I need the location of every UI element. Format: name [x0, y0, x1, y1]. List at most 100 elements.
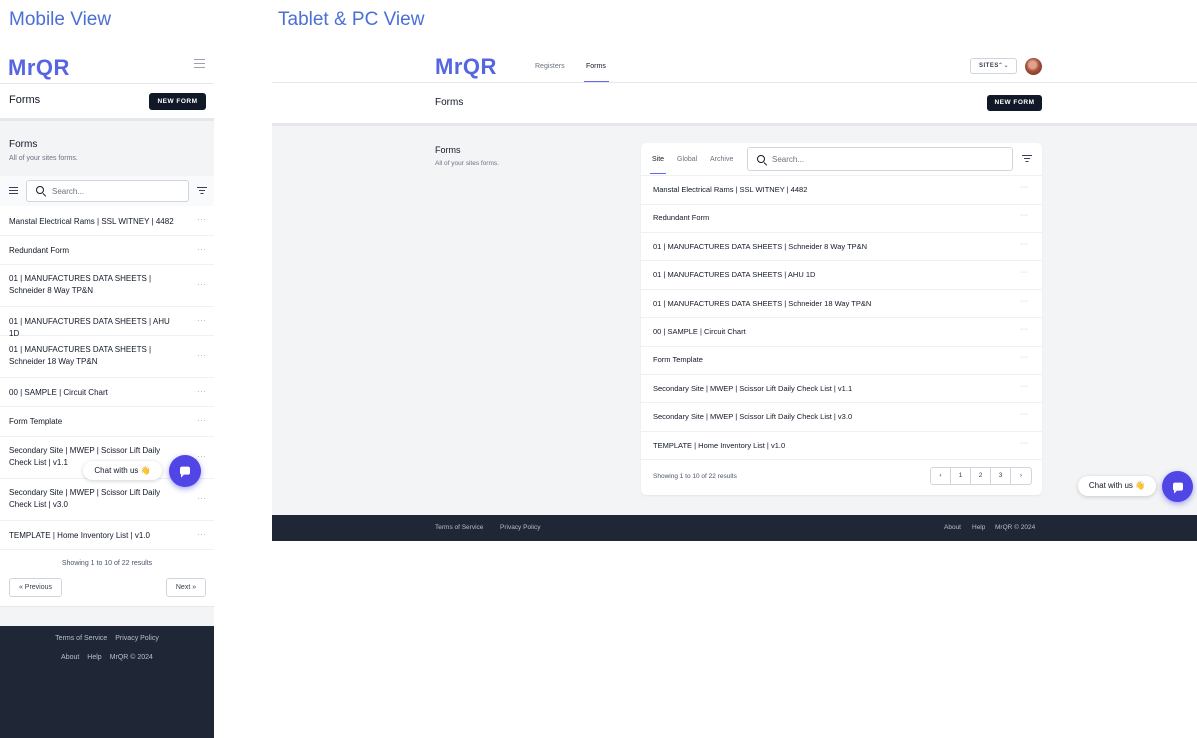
more-options-icon[interactable]: ···	[1020, 212, 1029, 219]
form-name: TEMPLATE | Home Inventory List | v1.0	[9, 531, 150, 540]
sites-label: SITES	[979, 63, 999, 69]
table-row[interactable]: 01 | MANUFACTURES DATA SHEETS | AHU 1D ··…	[641, 261, 1042, 290]
chat-button[interactable]	[169, 455, 201, 487]
logo[interactable]: MrQR	[435, 54, 497, 80]
table-row[interactable]: Redundant Form ···	[641, 204, 1042, 233]
list-item[interactable]: Manstal Electrical Rams | SSL WITNEY | 4…	[0, 206, 214, 236]
form-name: Redundant Form	[9, 246, 70, 255]
forms-card: Site Global Archive Search... Manstal El…	[641, 143, 1042, 495]
about-link[interactable]: About	[61, 654, 79, 661]
section-background-bottom	[0, 606, 214, 626]
sites-dropdown[interactable]: SITES ⌃⌄	[970, 58, 1017, 74]
nav-registers[interactable]: Registers	[535, 63, 565, 70]
table-row[interactable]: Secondary Site | MWEP | Scissor Lift Dai…	[641, 375, 1042, 404]
search-placeholder: Search...	[772, 155, 805, 164]
next-button[interactable]: Next »	[166, 578, 206, 597]
terms-link[interactable]: Terms of Service	[435, 524, 483, 531]
previous-button[interactable]: « Previous	[9, 578, 62, 597]
table-row[interactable]: 01 | MANUFACTURES DATA SHEETS | Schneide…	[641, 233, 1042, 262]
table-row[interactable]: 00 | SAMPLE | Circuit Chart ···	[641, 318, 1042, 347]
prev-page-button[interactable]: ‹	[931, 468, 951, 484]
footer: Terms of Service Privacy Policy About He…	[0, 626, 214, 738]
more-options-icon[interactable]: ···	[1020, 269, 1029, 276]
table-row[interactable]: Secondary Site | MWEP | Scissor Lift Dai…	[641, 403, 1042, 432]
form-name: Redundant Form	[653, 213, 710, 223]
section-title: Forms	[9, 139, 38, 150]
section-title: Forms	[435, 145, 461, 155]
privacy-link[interactable]: Privacy Policy	[115, 635, 159, 642]
page-1-button[interactable]: 1	[951, 468, 971, 484]
more-options-icon[interactable]: ···	[197, 530, 207, 539]
list-item[interactable]: TEMPLATE | Home Inventory List | v1.0 ···	[0, 521, 214, 550]
more-options-icon[interactable]: ···	[197, 316, 207, 325]
search-input[interactable]: Search...	[26, 180, 189, 202]
menu-icon[interactable]	[194, 59, 205, 68]
tab-archive[interactable]: Archive	[710, 156, 733, 163]
list-item[interactable]: Redundant Form ···	[0, 236, 214, 265]
search-placeholder: Search...	[52, 187, 85, 196]
chevron-updown-icon: ⌃⌄	[997, 63, 1009, 69]
help-link[interactable]: Help	[87, 654, 101, 661]
page-3-button[interactable]: 3	[991, 468, 1011, 484]
mobile-view-caption: Mobile View	[9, 9, 112, 30]
list-toolbar: Search...	[0, 176, 214, 206]
filter-icon[interactable]	[197, 187, 207, 195]
form-name: Secondary Site | MWEP | Scissor Lift Dai…	[9, 488, 161, 509]
table-row[interactable]: TEMPLATE | Home Inventory List | v1.0 ···	[641, 432, 1042, 461]
page-2-button[interactable]: 2	[971, 468, 991, 484]
more-options-icon[interactable]: ···	[197, 245, 207, 254]
help-link[interactable]: Help	[972, 524, 985, 531]
more-options-icon[interactable]: ···	[197, 416, 207, 425]
privacy-link[interactable]: Privacy Policy	[500, 524, 540, 531]
list-item[interactable]: 01 | MANUFACTURES DATA SHEETS | Schneide…	[0, 336, 214, 378]
chat-label[interactable]: Chat with us 👋	[1078, 476, 1156, 496]
mobile-view: MrQR Forms NEW FORM Forms All of your si…	[0, 44, 214, 738]
more-options-icon[interactable]: ···	[1020, 411, 1029, 418]
more-options-icon[interactable]: ···	[197, 494, 207, 503]
list-item[interactable]: 01 | MANUFACTURES DATA SHEETS | Schneide…	[0, 265, 214, 307]
section-subtitle: All of your sites forms.	[9, 155, 78, 162]
form-name: Form Template	[9, 417, 63, 426]
about-link[interactable]: About	[944, 524, 961, 531]
new-form-button[interactable]: NEW FORM	[149, 93, 206, 110]
list-item[interactable]: 01 | MANUFACTURES DATA SHEETS | AHU 1D ··…	[0, 307, 214, 338]
more-options-icon[interactable]: ···	[197, 351, 207, 360]
more-options-icon[interactable]: ···	[1020, 184, 1029, 191]
copyright: MrQR © 2024	[995, 524, 1036, 531]
table-row[interactable]: 01 | MANUFACTURES DATA SHEETS | Schneide…	[641, 290, 1042, 319]
chat-label[interactable]: Chat with us 👋	[83, 461, 162, 480]
more-options-icon[interactable]: ···	[197, 387, 207, 396]
more-options-icon[interactable]: ···	[1020, 440, 1029, 447]
avatar[interactable]	[1025, 58, 1042, 75]
list-item[interactable]: 00 | SAMPLE | Circuit Chart ···	[0, 378, 214, 407]
more-options-icon[interactable]: ···	[1020, 241, 1029, 248]
more-options-icon[interactable]: ···	[1020, 354, 1029, 361]
more-options-icon[interactable]: ···	[197, 452, 207, 461]
filter-icon[interactable]	[1022, 155, 1032, 163]
tab-active-indicator	[650, 173, 666, 174]
list-menu-icon[interactable]	[9, 187, 18, 194]
more-options-icon[interactable]: ···	[197, 215, 207, 224]
results-summary: Showing 1 to 10 of 22 results	[61, 560, 153, 567]
more-options-icon[interactable]: ···	[1020, 326, 1029, 333]
next-page-button[interactable]: ›	[1011, 468, 1031, 484]
page-title: Forms	[9, 94, 41, 106]
table-row[interactable]: Form Template ···	[641, 346, 1042, 375]
list-item[interactable]: Form Template ···	[0, 407, 214, 437]
form-name: 00 | SAMPLE | Circuit Chart	[9, 388, 108, 397]
table-row[interactable]: Manstal Electrical Rams | SSL WITNEY | 4…	[641, 176, 1042, 205]
more-options-icon[interactable]: ···	[197, 280, 207, 289]
logo[interactable]: MrQR	[8, 55, 70, 81]
form-name: 01 | MANUFACTURES DATA SHEETS | AHU 1D	[653, 270, 816, 280]
search-input[interactable]: Search...	[747, 147, 1013, 171]
chat-button[interactable]	[1162, 471, 1193, 502]
more-options-icon[interactable]: ···	[1020, 298, 1029, 305]
tab-global[interactable]: Global	[677, 156, 697, 163]
nav-forms[interactable]: Forms	[586, 63, 606, 70]
copyright: MrQR © 2024	[109, 654, 153, 661]
terms-link[interactable]: Terms of Service	[55, 635, 107, 642]
form-name: Secondary Site | MWEP | Scissor Lift Dai…	[653, 412, 853, 422]
new-form-button[interactable]: NEW FORM	[987, 95, 1042, 111]
more-options-icon[interactable]: ···	[1020, 383, 1029, 390]
tab-site[interactable]: Site	[652, 156, 664, 163]
